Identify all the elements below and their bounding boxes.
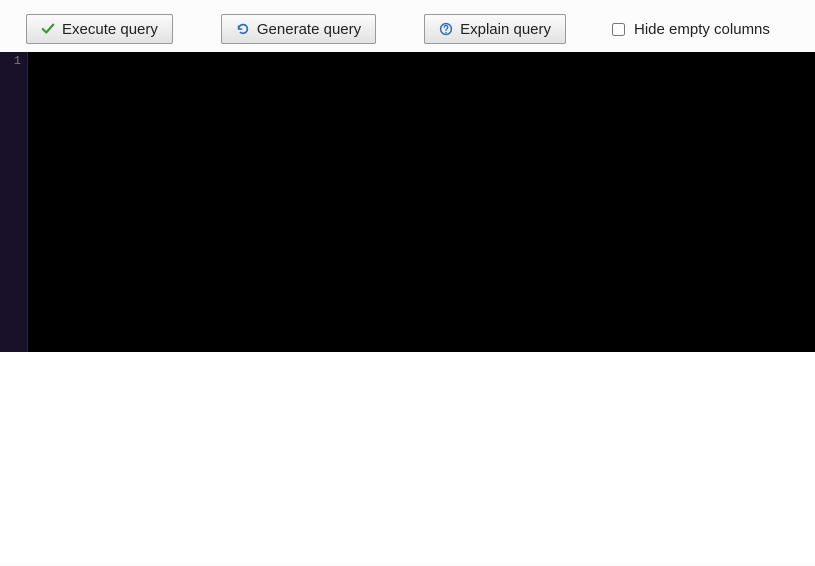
refresh-icon — [236, 22, 250, 36]
explain-query-button[interactable]: Explain query — [424, 14, 566, 44]
execute-query-label: Execute query — [62, 21, 158, 38]
line-number: 1 — [0, 54, 21, 68]
sql-editor: 1 — [0, 52, 815, 352]
results-panel — [0, 352, 815, 562]
generate-query-button[interactable]: Generate query — [221, 14, 376, 44]
help-icon — [439, 22, 453, 36]
hide-empty-columns-input[interactable] — [612, 23, 625, 36]
query-toolbar: Execute query Generate query Explain que… — [0, 0, 815, 52]
hide-empty-columns-checkbox[interactable]: Hide empty columns — [608, 20, 770, 39]
sql-editor-scroll[interactable]: 1 — [0, 52, 815, 352]
sql-code-input[interactable] — [28, 52, 815, 352]
hide-empty-columns-label: Hide empty columns — [634, 21, 770, 38]
execute-query-button[interactable]: Execute query — [26, 14, 173, 44]
explain-query-label: Explain query — [460, 21, 551, 38]
generate-query-label: Generate query — [257, 21, 361, 38]
check-icon — [41, 22, 55, 36]
line-number-gutter: 1 — [0, 52, 28, 352]
